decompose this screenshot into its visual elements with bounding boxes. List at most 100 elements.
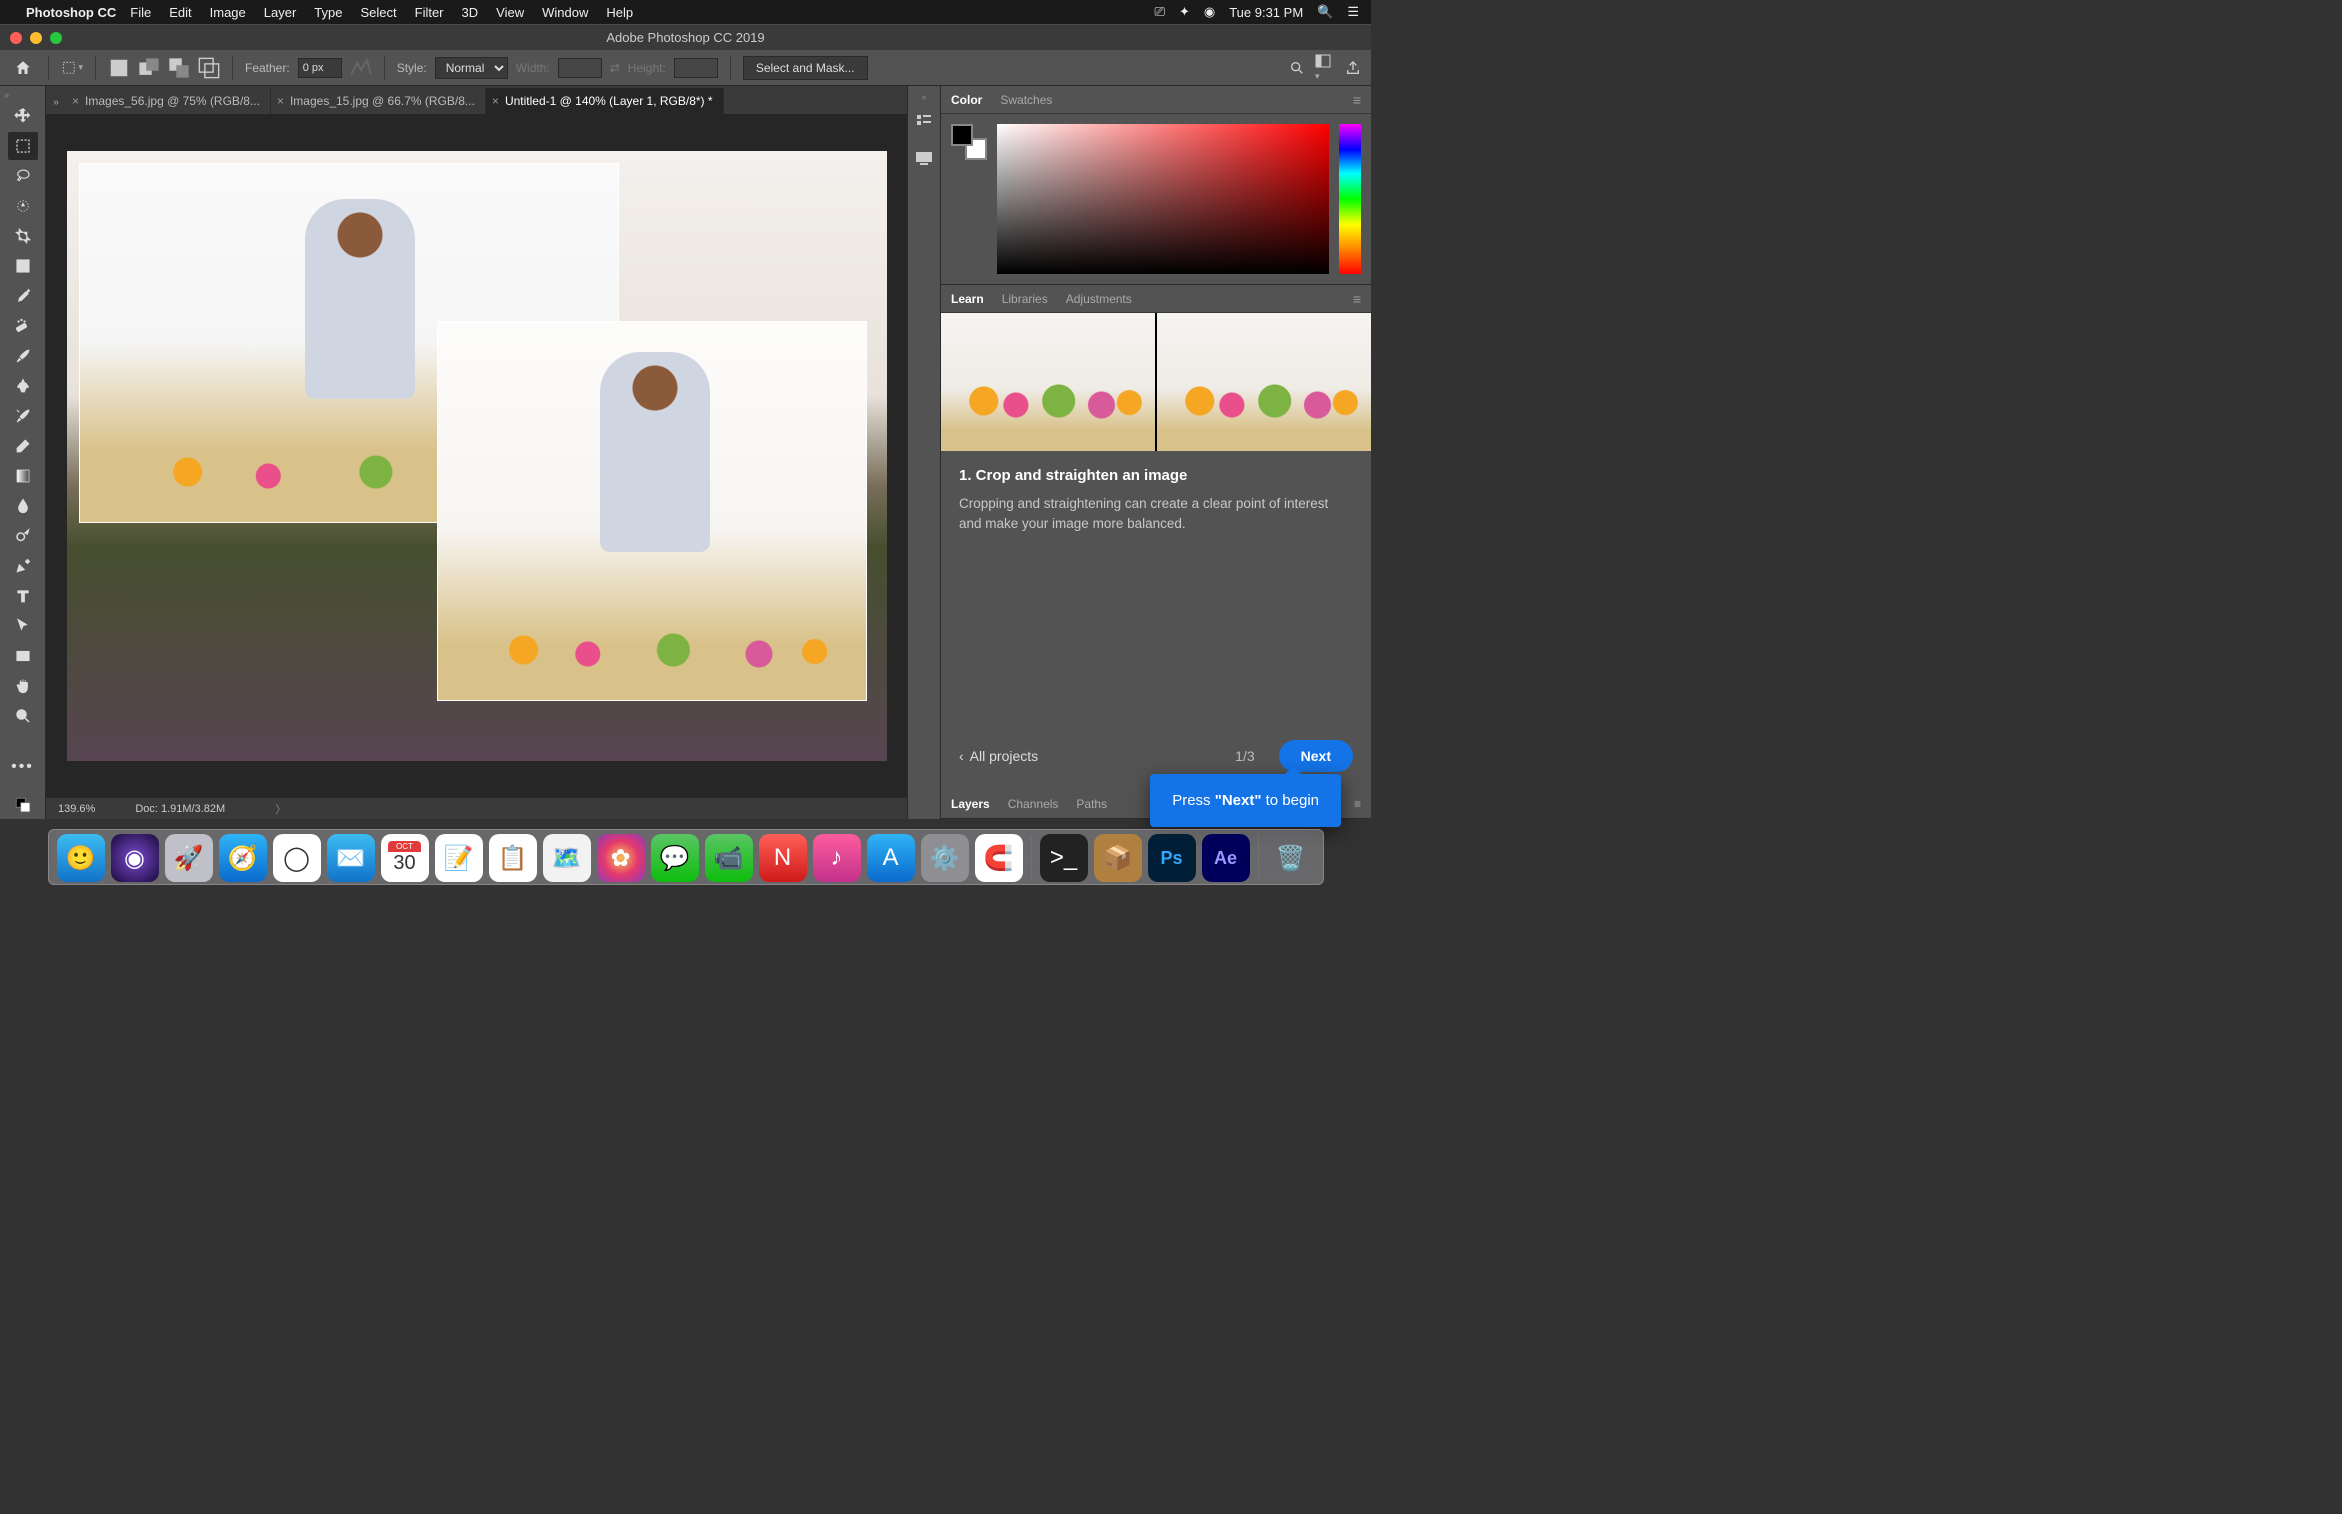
dock-photos[interactable]: ✿: [597, 834, 645, 882]
fg-bg-swatch[interactable]: [951, 124, 987, 160]
dock-launchpad[interactable]: 🚀: [165, 834, 213, 882]
close-tab-icon[interactable]: ×: [492, 94, 499, 108]
panel-menu-icon[interactable]: ≡: [1353, 92, 1361, 108]
menu-edit[interactable]: Edit: [169, 5, 191, 20]
blur-tool[interactable]: [8, 492, 38, 520]
gradient-tool[interactable]: [8, 462, 38, 490]
dodge-tool[interactable]: [8, 522, 38, 550]
image-layer[interactable]: [437, 321, 867, 701]
dock-music[interactable]: ♪: [813, 834, 861, 882]
tab-adjustments[interactable]: Adjustments: [1066, 292, 1132, 306]
menu-extras-icon[interactable]: ☰: [1347, 4, 1359, 20]
properties-panel-icon[interactable]: [914, 148, 934, 168]
dock-siri[interactable]: ◉: [111, 834, 159, 882]
feather-input[interactable]: [298, 58, 342, 78]
pen-tool[interactable]: [8, 552, 38, 580]
close-window-button[interactable]: [10, 32, 22, 44]
app-name[interactable]: Photoshop CC: [26, 5, 116, 20]
select-and-mask-button[interactable]: Select and Mask...: [743, 56, 868, 80]
zoom-level[interactable]: 139.6%: [58, 803, 95, 815]
dock-appstore[interactable]: A: [867, 834, 915, 882]
canvas[interactable]: [67, 151, 887, 761]
tab-paths[interactable]: Paths: [1076, 797, 1107, 811]
panel-menu-icon[interactable]: ≡: [1354, 797, 1361, 811]
healing-brush-tool[interactable]: [8, 312, 38, 340]
history-brush-tool[interactable]: [8, 402, 38, 430]
dock-messages[interactable]: 💬: [651, 834, 699, 882]
tab-layers[interactable]: Layers: [951, 797, 990, 811]
add-selection-icon[interactable]: [138, 57, 160, 79]
dock-magnet[interactable]: 🧲: [975, 834, 1023, 882]
menu-layer[interactable]: Layer: [264, 5, 297, 20]
share-icon[interactable]: [1345, 60, 1361, 76]
menu-file[interactable]: File: [130, 5, 151, 20]
crop-tool[interactable]: [8, 222, 38, 250]
dock-terminal[interactable]: >_: [1040, 834, 1088, 882]
dock-finder[interactable]: 🙂: [57, 834, 105, 882]
color-swap-tool[interactable]: [8, 791, 38, 819]
expand-toolbox-icon[interactable]: »: [0, 90, 9, 100]
cc-icon[interactable]: ◉: [1204, 4, 1215, 20]
subtract-selection-icon[interactable]: [168, 57, 190, 79]
tab-libraries[interactable]: Libraries: [1002, 292, 1048, 306]
menu-view[interactable]: View: [496, 5, 524, 20]
spotlight-icon[interactable]: 🔍: [1317, 4, 1333, 20]
quick-select-tool[interactable]: [8, 192, 38, 220]
dock-aftereffects[interactable]: Ae: [1202, 834, 1250, 882]
dock-trash[interactable]: 🗑️: [1267, 834, 1315, 882]
new-selection-icon[interactable]: [108, 57, 130, 79]
eyedropper-tool[interactable]: [8, 282, 38, 310]
marquee-tool[interactable]: [8, 132, 38, 160]
home-button[interactable]: [10, 55, 36, 81]
expand-tabs-icon[interactable]: »: [46, 97, 66, 114]
menu-select[interactable]: Select: [360, 5, 396, 20]
dock-safari[interactable]: 🧭: [219, 834, 267, 882]
zoom-window-button[interactable]: [50, 32, 62, 44]
tab-color[interactable]: Color: [951, 93, 982, 107]
hand-tool[interactable]: [8, 672, 38, 700]
dock-notes[interactable]: 📝: [435, 834, 483, 882]
tab-learn[interactable]: Learn: [951, 292, 984, 306]
tab-swatches[interactable]: Swatches: [1000, 93, 1052, 107]
bluetooth-icon[interactable]: ✦: [1179, 4, 1190, 20]
dock-sysprefs[interactable]: ⚙️: [921, 834, 969, 882]
marquee-tool-indicator[interactable]: ▾: [61, 57, 83, 79]
clone-stamp-tool[interactable]: [8, 372, 38, 400]
dock-calendar[interactable]: OCT30: [381, 834, 429, 882]
brush-tool[interactable]: [8, 342, 38, 370]
search-icon[interactable]: [1289, 60, 1305, 76]
menu-window[interactable]: Window: [542, 5, 588, 20]
all-projects-link[interactable]: ‹All projects: [959, 748, 1038, 764]
zoom-tool[interactable]: [8, 702, 38, 730]
type-tool[interactable]: [8, 582, 38, 610]
path-select-tool[interactable]: [8, 612, 38, 640]
intersect-selection-icon[interactable]: [198, 57, 220, 79]
menu-image[interactable]: Image: [210, 5, 246, 20]
dock-maps[interactable]: 🗺️: [543, 834, 591, 882]
menu-type[interactable]: Type: [314, 5, 342, 20]
dock-reminders[interactable]: 📋: [489, 834, 537, 882]
edit-toolbar-button[interactable]: •••: [8, 753, 38, 781]
tab-channels[interactable]: Channels: [1008, 797, 1059, 811]
move-tool[interactable]: [8, 102, 38, 130]
canvas-viewport[interactable]: [46, 114, 907, 797]
document-tab[interactable]: ×Images_15.jpg @ 66.7% (RGB/8...: [271, 88, 486, 114]
dock-photoshop[interactable]: Ps: [1148, 834, 1196, 882]
style-select[interactable]: Normal: [435, 57, 508, 79]
color-picker[interactable]: [997, 124, 1329, 274]
document-tab[interactable]: ×Untitled-1 @ 140% (Layer 1, RGB/8*) *: [486, 88, 724, 114]
minimize-window-button[interactable]: [30, 32, 42, 44]
dock-facetime[interactable]: 📹: [705, 834, 753, 882]
doc-size[interactable]: Doc: 1.91M/3.82M: [135, 803, 225, 815]
dock-news[interactable]: N: [759, 834, 807, 882]
collapse-icon[interactable]: «: [921, 92, 926, 102]
history-panel-icon[interactable]: [914, 110, 934, 130]
document-tab[interactable]: ×Images_56.jpg @ 75% (RGB/8...: [66, 88, 271, 114]
dock-chrome[interactable]: ◯: [273, 834, 321, 882]
menu-filter[interactable]: Filter: [415, 5, 444, 20]
close-tab-icon[interactable]: ×: [72, 94, 79, 108]
panel-menu-icon[interactable]: ≡: [1353, 291, 1361, 307]
status-menu-icon[interactable]: 〉: [275, 801, 286, 817]
eraser-tool[interactable]: [8, 432, 38, 460]
close-tab-icon[interactable]: ×: [277, 94, 284, 108]
